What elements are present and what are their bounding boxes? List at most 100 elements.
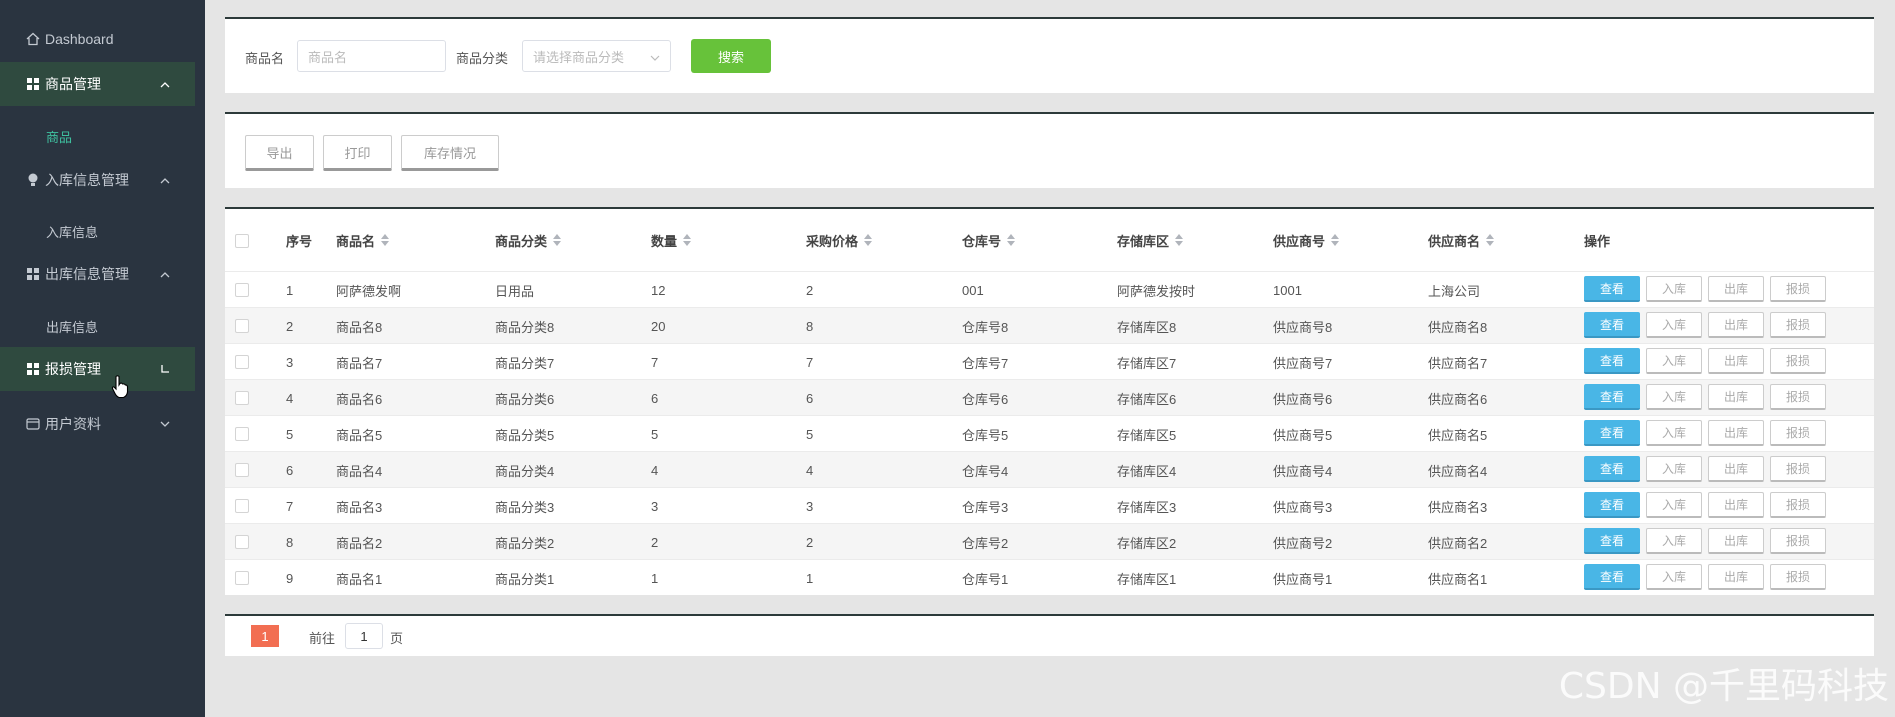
damage-button[interactable]: 报损 (1770, 276, 1826, 302)
damage-button[interactable]: 报损 (1770, 348, 1826, 374)
page-current[interactable]: 1 (251, 625, 279, 647)
inbound-button[interactable]: 入库 (1646, 420, 1702, 446)
table-row: 8 商品名2 商品分类2 2 2 仓库号2 存储库区2 供应商号2 供应商名2 查看 入库 出库 报损 (225, 523, 1874, 559)
view-button[interactable]: 查看 (1584, 348, 1640, 374)
goods-name-input[interactable]: 商品名 (297, 40, 446, 72)
pagination: 1 前往 1 页 (225, 614, 1874, 656)
view-button[interactable]: 查看 (1584, 564, 1640, 590)
header-price-label: 采购价格 (806, 233, 859, 249)
outbound-button[interactable]: 出库 (1708, 276, 1764, 302)
inbound-button[interactable]: 入库 (1646, 528, 1702, 554)
cell-index: 2 (286, 318, 294, 334)
header-warehouse[interactable]: 仓库号 (962, 209, 1016, 271)
nav-damage-mgmt[interactable]: 报损管理 (0, 347, 195, 391)
view-button[interactable]: 查看 (1584, 456, 1640, 482)
outbound-button[interactable]: 出库 (1708, 420, 1764, 446)
damage-button[interactable]: 报损 (1770, 312, 1826, 338)
header-supplier-name[interactable]: 供应商名 (1428, 209, 1495, 271)
view-button[interactable]: 查看 (1584, 492, 1640, 518)
table-row: 3 商品名7 商品分类7 7 7 仓库号7 存储库区7 供应商号7 供应商名7 查看 入库 出库 报损 (225, 343, 1874, 379)
table-row: 9 商品名1 商品分类1 1 1 仓库号1 存储库区1 供应商号1 供应商名1 查看 入库 出库 报损 (225, 559, 1874, 595)
nav-inbound-mgmt[interactable]: 入库信息管理 (0, 158, 195, 202)
outbound-button[interactable]: 出库 (1708, 456, 1764, 482)
nav-dashboard[interactable]: Dashboard (0, 17, 195, 61)
grid-icon (25, 76, 41, 92)
view-button[interactable]: 查看 (1584, 528, 1640, 554)
sort-icon[interactable] (1331, 234, 1340, 246)
print-button[interactable]: 打印 (323, 135, 392, 171)
row-checkbox[interactable] (235, 463, 249, 477)
cell-supplier-name: 上海公司 (1428, 283, 1481, 299)
inbound-button[interactable]: 入库 (1646, 384, 1702, 410)
row-checkbox[interactable] (235, 571, 249, 585)
table-header: 序号 商品名 商品分类 数量 采购价格 仓库号 存储库区 供应商号 供应商名 操… (225, 209, 1874, 271)
nav-goods-mgmt[interactable]: 商品管理 (0, 62, 195, 106)
outbound-button[interactable]: 出库 (1708, 384, 1764, 410)
row-checkbox[interactable] (235, 283, 249, 297)
header-qty[interactable]: 数量 (651, 209, 692, 271)
stock-status-button[interactable]: 库存情况 (401, 135, 499, 171)
nav-inbound-info[interactable]: 入库信息 (0, 211, 195, 251)
nav-outbound-mgmt[interactable]: 出库信息管理 (0, 252, 195, 296)
row-checkbox[interactable] (235, 499, 249, 513)
row-checkbox[interactable] (235, 355, 249, 369)
sort-icon[interactable] (1007, 234, 1016, 246)
outbound-button[interactable]: 出库 (1708, 348, 1764, 374)
nav-outbound-info[interactable]: 出库信息 (0, 306, 195, 346)
header-name[interactable]: 商品名 (336, 209, 390, 271)
sort-icon[interactable] (864, 234, 873, 246)
nav-goods[interactable]: 商品 (0, 116, 195, 156)
category-select[interactable]: 请选择商品分类 (522, 40, 671, 72)
sort-icon[interactable] (1486, 234, 1495, 246)
inbound-button[interactable]: 入库 (1646, 348, 1702, 374)
header-zone-label: 存储库区 (1117, 233, 1170, 249)
cell-index: 8 (286, 534, 294, 550)
inbound-button[interactable]: 入库 (1646, 456, 1702, 482)
damage-button[interactable]: 报损 (1770, 492, 1826, 518)
damage-button[interactable]: 报损 (1770, 384, 1826, 410)
header-price[interactable]: 采购价格 (806, 209, 873, 271)
damage-button[interactable]: 报损 (1770, 528, 1826, 554)
row-checkbox[interactable] (235, 427, 249, 441)
view-button[interactable]: 查看 (1584, 384, 1640, 410)
outbound-button[interactable]: 出库 (1708, 492, 1764, 518)
sort-icon[interactable] (553, 234, 562, 246)
row-checkbox[interactable] (235, 535, 249, 549)
cell-zone: 阿萨德发按时 (1117, 283, 1196, 299)
damage-button[interactable]: 报损 (1770, 456, 1826, 482)
chevron-down-icon (157, 416, 173, 432)
inbound-button[interactable]: 入库 (1646, 564, 1702, 590)
view-button[interactable]: 查看 (1584, 312, 1640, 338)
select-all-checkbox[interactable] (235, 234, 249, 248)
inbound-button[interactable]: 入库 (1646, 312, 1702, 338)
sort-icon[interactable] (683, 234, 692, 246)
sort-icon[interactable] (381, 234, 390, 246)
cell-qty: 7 (651, 354, 659, 370)
cell-supplier-name: 供应商名3 (1428, 499, 1488, 515)
cell-name: 商品名7 (336, 355, 383, 371)
row-checkbox[interactable] (235, 319, 249, 333)
outbound-button[interactable]: 出库 (1708, 312, 1764, 338)
cell-index: 7 (286, 498, 294, 514)
cell-qty: 5 (651, 426, 659, 442)
row-checkbox[interactable] (235, 391, 249, 405)
chevron-up-icon (157, 172, 173, 188)
cell-category: 商品分类5 (495, 427, 555, 443)
nav-user-profile[interactable]: 用户资料 (0, 402, 195, 446)
cell-supplier-no: 供应商号4 (1273, 463, 1333, 479)
export-button[interactable]: 导出 (245, 135, 314, 171)
damage-button[interactable]: 报损 (1770, 564, 1826, 590)
inbound-button[interactable]: 入库 (1646, 492, 1702, 518)
view-button[interactable]: 查看 (1584, 420, 1640, 446)
goto-page-input[interactable]: 1 (345, 623, 383, 649)
header-zone[interactable]: 存储库区 (1117, 209, 1184, 271)
damage-button[interactable]: 报损 (1770, 420, 1826, 446)
inbound-button[interactable]: 入库 (1646, 276, 1702, 302)
outbound-button[interactable]: 出库 (1708, 564, 1764, 590)
header-supplier-no[interactable]: 供应商号 (1273, 209, 1340, 271)
sort-icon[interactable] (1175, 234, 1184, 246)
view-button[interactable]: 查看 (1584, 276, 1640, 302)
outbound-button[interactable]: 出库 (1708, 528, 1764, 554)
header-category[interactable]: 商品分类 (495, 209, 562, 271)
search-button[interactable]: 搜索 (691, 39, 771, 73)
